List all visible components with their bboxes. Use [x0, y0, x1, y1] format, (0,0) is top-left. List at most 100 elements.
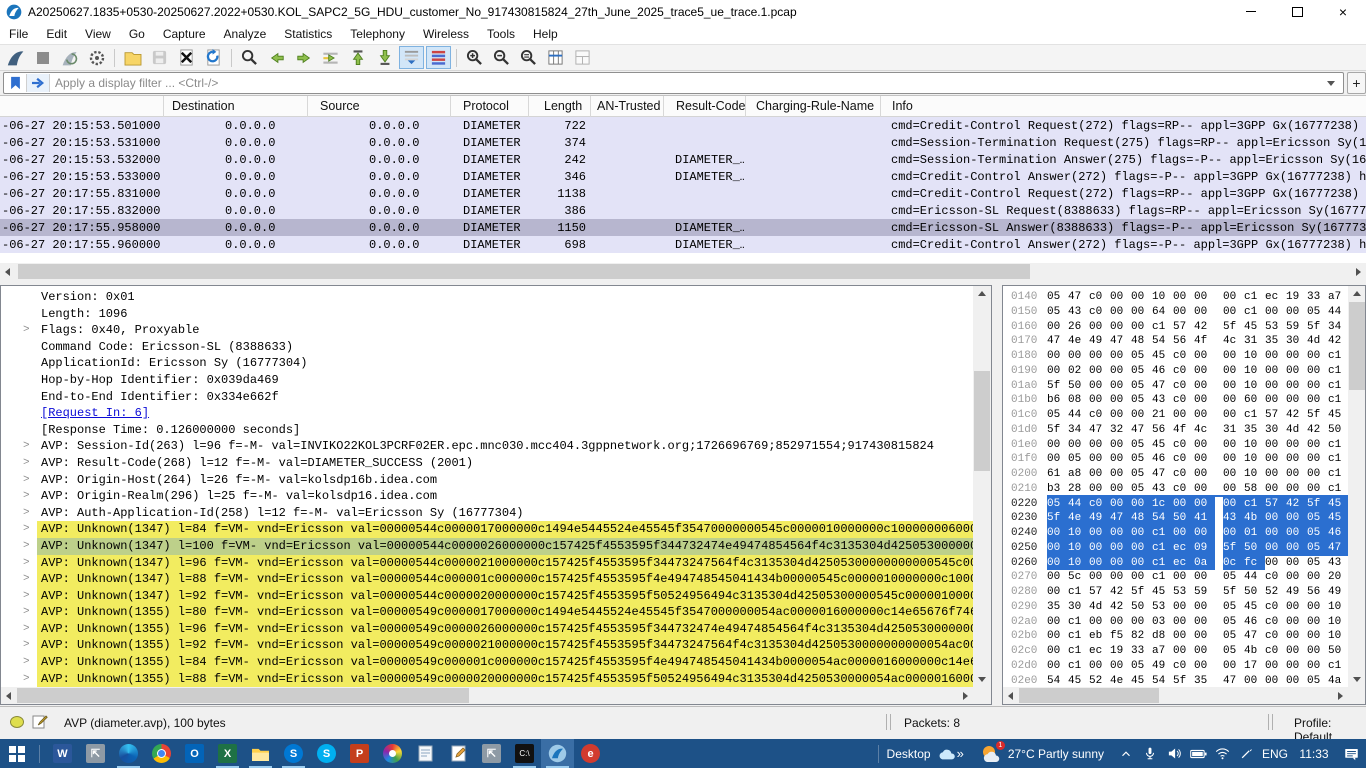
detail-line[interactable]: Version: 0x01 [1, 289, 973, 306]
detail-line[interactable]: >Flags: 0x40, Proxyable [1, 322, 973, 339]
close-button[interactable]: × [1320, 0, 1366, 23]
start-button[interactable] [0, 739, 33, 768]
detail-line[interactable]: >AVP: Unknown(1347) l=84 f=VM- vnd=Erics… [1, 521, 973, 538]
filter-dropdown-caret-icon[interactable] [1327, 81, 1335, 86]
detail-hscroll-thumb[interactable] [17, 688, 469, 703]
expert-info-icon[interactable] [10, 716, 24, 728]
layout-icon[interactable] [570, 46, 595, 69]
detail-line[interactable]: ApplicationId: Ericsson Sy (16777304) [1, 355, 973, 372]
column-header-Result-Code[interactable]: Result-Code [663, 96, 745, 117]
detail-line[interactable]: >AVP: Unknown(1355) l=80 f=VM- vnd=Erics… [1, 604, 973, 621]
detail-vscroll-thumb[interactable] [974, 371, 990, 471]
filter-bookmark-icon[interactable] [4, 74, 27, 92]
display-filter-field[interactable] [3, 72, 1344, 94]
hex-hscrollbar[interactable] [1003, 687, 1348, 704]
column-header-Charging-Rule-Name[interactable]: Charging-Rule-Name [745, 96, 880, 117]
maximize-button[interactable] [1274, 0, 1320, 23]
menu-capture[interactable]: Capture [154, 23, 215, 44]
open-file-icon[interactable] [120, 46, 145, 69]
hex-row[interactable]: 0180000000000545c0000010000000c1 [1003, 349, 1349, 364]
onedrive-cloud-icon[interactable] [937, 747, 955, 761]
go-last-packet-icon[interactable] [372, 46, 397, 69]
menu-edit[interactable]: Edit [37, 23, 76, 44]
expand-arrow-icon[interactable]: > [23, 438, 30, 455]
hex-vscroll-thumb[interactable] [1349, 302, 1365, 390]
close-file-icon[interactable] [174, 46, 199, 69]
display-filter-input[interactable] [50, 75, 1327, 91]
hscroll-thumb[interactable] [18, 264, 1030, 279]
menu-view[interactable]: View [76, 23, 120, 44]
detail-line[interactable]: >AVP: Result-Code(268) l=12 f=-M- val=DI… [1, 455, 973, 472]
packet-row[interactable]: -06-27 20:17:55.8310000.0.0.00.0.0.0DIAM… [0, 185, 1366, 202]
menu-wireless[interactable]: Wireless [414, 23, 478, 44]
detail-line[interactable]: >AVP: Unknown(1355) l=88 f=VM- vnd=Erics… [1, 671, 973, 688]
detail-line[interactable]: >AVP: Unknown(1347) l=88 f=VM- vnd=Erics… [1, 571, 973, 588]
detail-vscrollbar[interactable] [973, 286, 991, 704]
hex-row[interactable]: 02500010000000c1ec095f5000000547 [1003, 541, 1349, 556]
taskbar-word[interactable]: W [46, 739, 79, 768]
hex-row[interactable]: 01c00544c0000021000000c157425f45 [1003, 408, 1349, 423]
hex-row[interactable]: 02a000c10000000300000546c0000010 [1003, 615, 1349, 630]
hex-row[interactable]: 0170474e49474854564f4c3135304d42 [1003, 334, 1349, 349]
expand-arrow-icon[interactable]: > [23, 505, 30, 522]
expand-arrow-icon[interactable]: > [23, 538, 30, 555]
packet-row[interactable]: -06-27 20:15:53.5010000.0.0.00.0.0.0DIAM… [0, 117, 1366, 134]
hex-row[interactable]: 01b0b60800000543c0000060000000c1 [1003, 393, 1349, 408]
hex-row[interactable]: 02400010000000c10000000100000546 [1003, 526, 1349, 541]
go-back-icon[interactable] [264, 46, 289, 69]
expand-arrow-icon[interactable]: > [23, 588, 30, 605]
resize-columns-icon[interactable] [543, 46, 568, 69]
go-first-packet-icon[interactable] [345, 46, 370, 69]
go-forward-icon[interactable] [291, 46, 316, 69]
hex-row[interactable]: 01400547c0000010000000c1ec1933a7 [1003, 290, 1349, 305]
taskbar-command-prompt[interactable]: C:\ [508, 739, 541, 768]
pen-icon[interactable] [1234, 739, 1258, 768]
microphone-icon[interactable] [1138, 739, 1162, 768]
hex-row[interactable]: 0190000200000546c0000010000000c1 [1003, 364, 1349, 379]
hex-row[interactable]: 02b000c1ebf582d800000547c0000010 [1003, 629, 1349, 644]
scroll-right-arrow-icon[interactable] [1338, 692, 1343, 700]
column-header-Length[interactable]: Length [528, 96, 590, 117]
go-to-packet-icon[interactable] [318, 46, 343, 69]
hex-row[interactable]: 029035304d42505300000545c0000010 [1003, 600, 1349, 615]
column-header-Info[interactable]: Info [880, 96, 1366, 117]
detail-line[interactable]: >AVP: Unknown(1347) l=96 f=VM- vnd=Erics… [1, 555, 973, 572]
packet-list-hscrollbar[interactable] [0, 263, 1366, 280]
expand-arrow-icon[interactable]: > [23, 637, 30, 654]
scroll-left-arrow-icon[interactable] [1008, 692, 1013, 700]
expand-arrow-icon[interactable]: > [23, 555, 30, 572]
filter-add-button[interactable]: + [1347, 72, 1366, 94]
scroll-up-arrow-icon[interactable] [1353, 291, 1361, 296]
detail-line[interactable]: >AVP: Auth-Application-Id(258) l=12 f=-M… [1, 505, 973, 522]
packet-row[interactable]: -06-27 20:17:55.9600000.0.0.00.0.0.0DIAM… [0, 236, 1366, 253]
scroll-right-arrow-icon[interactable] [963, 692, 968, 700]
minimize-button[interactable] [1228, 0, 1274, 23]
hex-row[interactable]: 01f0000500000546c0000010000000c1 [1003, 452, 1349, 467]
taskbar-remote-desktop[interactable]: ⇱ [79, 739, 112, 768]
detail-line[interactable]: >AVP: Unknown(1347) l=92 f=VM- vnd=Erics… [1, 588, 973, 605]
hex-row[interactable]: 01a05f5000000547c0000010000000c1 [1003, 379, 1349, 394]
packet-row[interactable]: -06-27 20:15:53.5330000.0.0.00.0.0.0DIAM… [0, 168, 1366, 185]
detail-line[interactable]: [Request In: 6] [1, 405, 973, 422]
action-center-icon[interactable] [1336, 739, 1366, 768]
column-header-Source[interactable]: Source [307, 96, 450, 117]
menu-analyze[interactable]: Analyze [215, 23, 276, 44]
taskbar-photos[interactable] [376, 739, 409, 768]
restart-capture-icon[interactable] [57, 46, 82, 69]
battery-icon[interactable] [1186, 739, 1210, 768]
find-packet-icon[interactable] [237, 46, 262, 69]
scroll-right-arrow-icon[interactable] [1356, 268, 1361, 276]
packet-row[interactable]: -06-27 20:17:55.9580000.0.0.00.0.0.0DIAM… [0, 219, 1366, 236]
hex-row[interactable]: 02600010000000c1ec0a0cfc00000543 [1003, 556, 1349, 571]
taskbar-text-editor[interactable] [442, 739, 475, 768]
hex-vscrollbar[interactable] [1348, 286, 1366, 704]
tray-chevron-up-icon[interactable] [1114, 739, 1138, 768]
detail-line[interactable]: Command Code: Ericsson-SL (8388633) [1, 339, 973, 356]
capture-comment-icon[interactable] [32, 714, 48, 730]
desktop-toolbar-label[interactable]: Desktop [887, 747, 931, 761]
hex-row[interactable]: 01d05f34473247564f4c3135304d4250 [1003, 423, 1349, 438]
auto-scroll-icon[interactable] [399, 46, 424, 69]
expand-arrow-icon[interactable]: > [23, 455, 30, 472]
expand-arrow-icon[interactable]: > [23, 571, 30, 588]
taskbar-notepad[interactable] [409, 739, 442, 768]
